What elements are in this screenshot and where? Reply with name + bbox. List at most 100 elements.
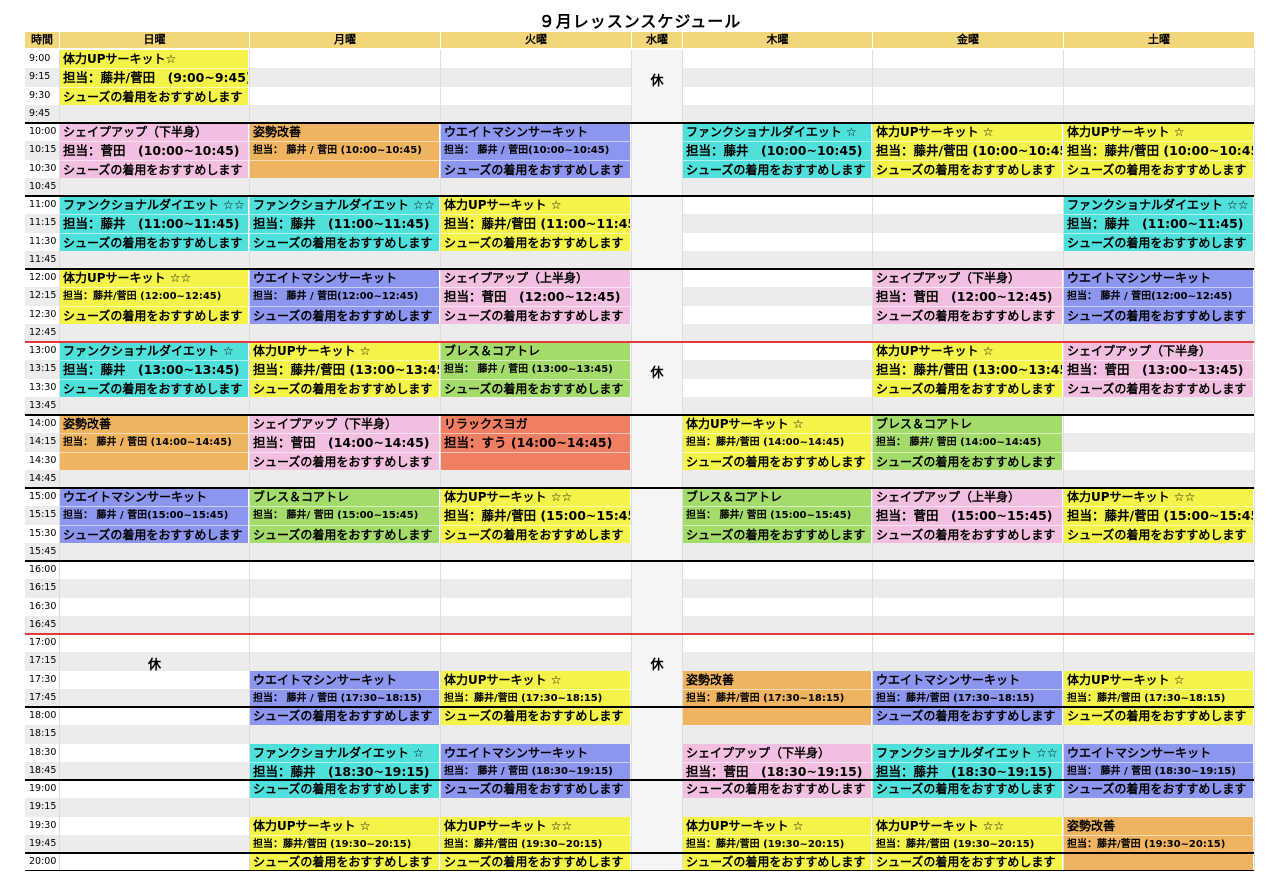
time-label: 19:30 bbox=[29, 819, 57, 831]
schedule-grid: 時間 日曜 月曜 火曜 水曜 木曜 金曜 土曜 9:00 9:15 9:30 9:45 10:00 10:… bbox=[0, 0, 1280, 895]
lesson-instructor: 担当：藤井/菅田 (19:30~20:15) bbox=[441, 834, 630, 853]
wednesday-cell bbox=[632, 86, 682, 105]
lesson-name: 体力UPサーキット ☆ bbox=[686, 417, 804, 431]
time-label: 13:15 bbox=[29, 363, 57, 375]
time-label: 18:45 bbox=[29, 764, 57, 776]
lesson-note: シューズの着用をおすすめします bbox=[250, 524, 439, 543]
lesson-name: ファンクショナルダイエット ☆☆ bbox=[253, 198, 435, 212]
hour-separator bbox=[25, 195, 1254, 197]
lesson-name: 姿勢改善 bbox=[253, 125, 302, 139]
lesson-instructor: 担当：藤井 (13:00~13:45) bbox=[60, 360, 248, 378]
lesson-name: ウエイトマシンサーキット bbox=[444, 125, 589, 139]
lesson-note: シューズの着用をおすすめします bbox=[876, 709, 1056, 723]
time-label: 11:45 bbox=[29, 253, 57, 265]
hour-separator bbox=[25, 268, 1254, 270]
lesson-note: シューズの着用をおすすめします bbox=[444, 855, 624, 869]
lesson-instructor: 担当：藤井 (10:00~10:45) bbox=[683, 141, 871, 159]
lesson-name: ウエイトマシンサーキット bbox=[876, 672, 1021, 687]
lesson-note: シューズの着用をおすすめします bbox=[683, 451, 871, 470]
time-label: 16:45 bbox=[29, 618, 57, 630]
time-label: 15:15 bbox=[29, 509, 57, 521]
time-label: 15:00 bbox=[29, 491, 57, 502]
time-label: 9:45 bbox=[29, 107, 51, 119]
day-header-1: 月曜 bbox=[250, 32, 440, 48]
wednesday-cell bbox=[632, 816, 682, 835]
time-label: 18:30 bbox=[29, 746, 57, 758]
lesson-name bbox=[441, 451, 630, 470]
lesson-note: シューズの着用をおすすめします bbox=[1064, 305, 1253, 324]
time-label: 17:45 bbox=[29, 691, 57, 703]
lesson-name: 体力UPサーキット ☆☆ bbox=[1067, 490, 1196, 504]
lesson-instructor: 担当：藤井 (11:00~11:45) bbox=[60, 214, 248, 232]
lesson-instructor: 担当：菅田 (10:00~10:45) bbox=[60, 141, 248, 159]
lesson-instructor: 担当： 藤井 / 菅田 (17:30~18:15) bbox=[250, 688, 439, 707]
hour-separator bbox=[25, 487, 1254, 489]
lesson-note: シューズの着用をおすすめします bbox=[873, 451, 1062, 470]
lesson-name bbox=[1064, 853, 1253, 871]
time-label: 9:15 bbox=[29, 71, 51, 83]
lesson-note: シューズの着用をおすすめします bbox=[683, 159, 871, 178]
time-label: 9:30 bbox=[29, 89, 51, 101]
time-label: 15:45 bbox=[29, 545, 57, 557]
time-label: 11:00 bbox=[29, 199, 57, 210]
wednesday-cell bbox=[632, 269, 682, 288]
day-header-6: 土曜 bbox=[1064, 32, 1254, 48]
lesson-name bbox=[60, 451, 248, 470]
lesson-instructor: 担当：藤井 (11:00~11:45) bbox=[1064, 214, 1253, 232]
time-label: 16:30 bbox=[29, 600, 57, 612]
column-divider bbox=[1254, 50, 1255, 872]
wednesday-cell bbox=[632, 396, 682, 415]
time-label: 12:30 bbox=[29, 308, 57, 320]
lesson-name: シェイプアップ（下半身） bbox=[1067, 344, 1212, 358]
lesson-note: シューズの着用をおすすめします bbox=[60, 378, 248, 397]
lesson-note: シューズの着用をおすすめします bbox=[873, 305, 1062, 324]
hour-separator bbox=[25, 779, 1254, 781]
time-label: 14:00 bbox=[29, 418, 57, 429]
time-label: 12:15 bbox=[29, 290, 57, 302]
lesson-note: シューズの着用をおすすめします bbox=[60, 524, 248, 543]
wednesday-cell bbox=[632, 688, 682, 707]
lesson-instructor: 担当：菅田 (12:00~12:45) bbox=[873, 287, 1062, 305]
lesson-name: シェイプアップ（上半身） bbox=[876, 490, 1021, 504]
lesson-name: 体力UPサーキット ☆ bbox=[686, 818, 804, 833]
lesson-instructor: 担当：菅田 (18:30~19:15) bbox=[683, 761, 871, 780]
hour-separator bbox=[25, 414, 1254, 416]
hour-separator bbox=[25, 122, 1254, 124]
day-header-0: 日曜 bbox=[60, 32, 249, 48]
lesson-instructor: 担当：菅田 (14:00~14:45) bbox=[250, 433, 439, 451]
lesson-name: 体力UPサーキット ☆☆ bbox=[444, 818, 573, 833]
lesson-name: リラックスヨガ bbox=[444, 417, 528, 431]
lesson-note: シューズの着用をおすすめします bbox=[876, 782, 1056, 796]
wednesday-cell bbox=[632, 561, 682, 580]
lesson-note: シューズの着用をおすすめします bbox=[1064, 232, 1253, 251]
lesson-instructor: 担当：藤井/菅田 (11:00~11:45) bbox=[441, 214, 630, 232]
lesson-instructor: 担当：菅田 (12:00~12:45) bbox=[441, 287, 630, 305]
wednesday-cell bbox=[632, 250, 682, 269]
lesson-note: シューズの着用をおすすめします bbox=[686, 855, 866, 869]
wednesday-cell bbox=[632, 214, 682, 233]
lesson-instructor: 担当：菅田 (13:00~13:45) bbox=[1064, 360, 1253, 378]
lesson-note: シューズの着用をおすすめします bbox=[441, 232, 630, 251]
lesson-instructor: 担当：藤井/菅田 (10:00~10:45) bbox=[1064, 141, 1253, 159]
wednesday-cell bbox=[632, 707, 682, 726]
lesson-instructor: 担当： 藤井 / 菅田 (10:00~10:45) bbox=[250, 141, 439, 159]
time-label: 12:45 bbox=[29, 326, 57, 338]
wednesday-cell bbox=[632, 342, 682, 361]
wednesday-cell bbox=[632, 579, 682, 598]
lesson-instructor: 担当： 藤井 / 菅田 (18:30~19:15) bbox=[1064, 761, 1253, 780]
lesson-instructor: 担当： 藤井 / 菅田(15:00~15:45) bbox=[60, 506, 248, 524]
lesson-name bbox=[250, 159, 439, 178]
wednesday-cell bbox=[632, 50, 682, 69]
lesson-instructor: 担当： 藤井 / 菅田(10:00~10:45) bbox=[441, 141, 630, 159]
lesson-note: シューズの着用をおすすめします bbox=[253, 709, 433, 723]
time-label: 10:00 bbox=[29, 126, 57, 137]
time-label: 14:45 bbox=[29, 472, 57, 484]
lesson-instructor: 担当：藤井/菅田 (13:00~13:45) bbox=[250, 360, 439, 378]
time-label: 13:00 bbox=[29, 345, 57, 356]
lesson-note: シューズの着用をおすすめします bbox=[1064, 524, 1253, 543]
lesson-note: シューズの着用をおすすめします bbox=[250, 451, 439, 470]
lesson-name: 体力UPサーキット ☆ bbox=[1067, 125, 1185, 139]
time-column-header: 時間 bbox=[25, 32, 59, 48]
time-label: 10:45 bbox=[29, 180, 57, 192]
lesson-note: シューズの着用をおすすめします bbox=[441, 159, 630, 178]
